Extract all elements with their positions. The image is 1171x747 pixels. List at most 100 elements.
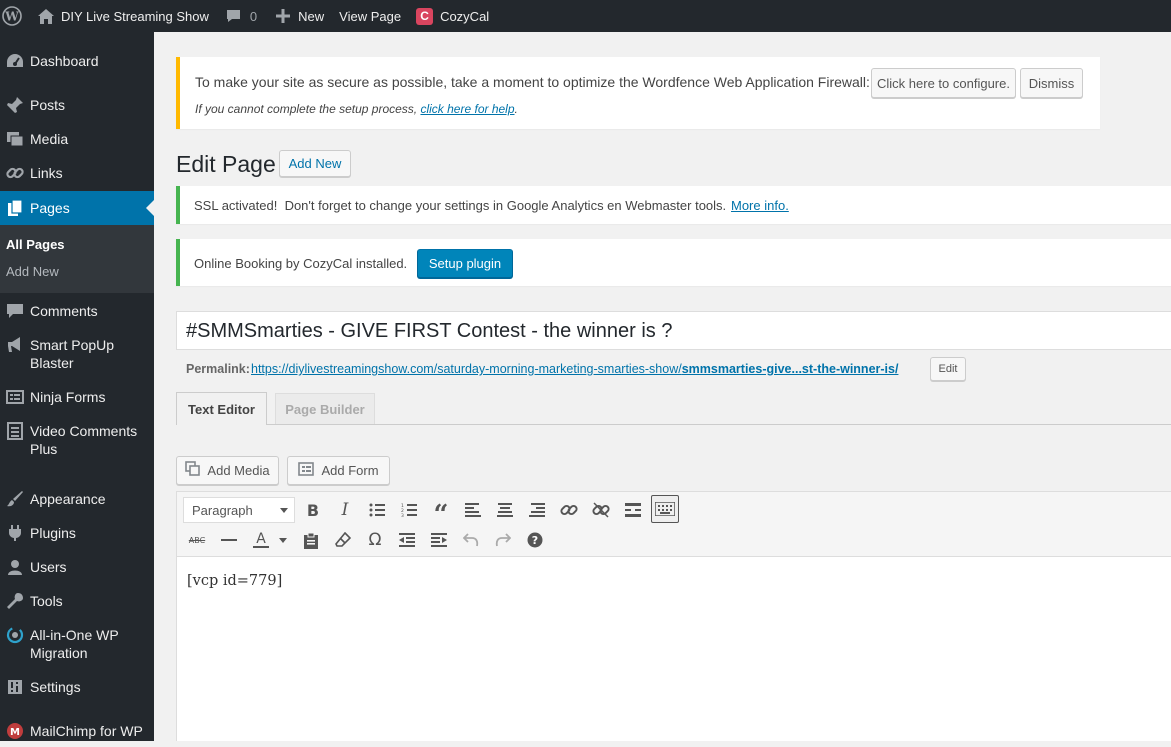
- menu-item-plugins[interactable]: Plugins: [0, 517, 154, 549]
- insert-link-icon[interactable]: [557, 498, 581, 522]
- new-content-link[interactable]: New: [264, 0, 331, 32]
- cozycal-logo-icon: C: [416, 7, 434, 25]
- text-color-icon[interactable]: A: [249, 528, 273, 552]
- comments-link[interactable]: 0: [216, 0, 264, 32]
- comment-icon: [0, 302, 30, 320]
- tab-baseline: [176, 424, 1171, 425]
- menu-item-users[interactable]: Users: [0, 551, 154, 583]
- editor-container: Paragraph B I 123 “ ABC A Ω ? [vcp id=77…: [176, 491, 1171, 741]
- toolbar-toggle-icon[interactable]: [651, 495, 679, 523]
- add-new-page-button[interactable]: Add New: [279, 150, 351, 177]
- paste-text-icon[interactable]: [299, 528, 323, 552]
- wordfence-configure-button[interactable]: Click here to configure.: [871, 68, 1016, 98]
- svg-text:A: A: [256, 531, 266, 547]
- cozycal-link[interactable]: C CozyCal: [408, 0, 496, 32]
- wordfence-message: To make your site as secure as possible,…: [195, 74, 870, 90]
- wordfence-help-line: If you cannot complete the setup process…: [195, 102, 518, 116]
- menu-label-users: Users: [30, 559, 67, 575]
- brush-icon: [0, 490, 30, 508]
- menu-item-pages[interactable]: Pages: [0, 191, 154, 225]
- svg-text:W: W: [4, 10, 19, 24]
- add-media-button[interactable]: Add Media: [176, 456, 279, 485]
- add-form-icon: [298, 462, 315, 479]
- comments-count: 0: [249, 8, 258, 24]
- special-character-icon[interactable]: Ω: [363, 528, 387, 552]
- post-title-input[interactable]: #SMMSmarties - GIVE FIRST Contest - the …: [176, 311, 1171, 350]
- link-icon: [0, 164, 30, 182]
- tab-text-editor[interactable]: Text Editor: [176, 392, 267, 425]
- submenu-add-new[interactable]: Add New: [0, 258, 154, 285]
- mailchimp-icon: M: [0, 722, 30, 740]
- menu-item-settings[interactable]: Settings: [0, 671, 154, 703]
- plus-icon: [276, 9, 291, 23]
- outdent-icon[interactable]: [395, 528, 419, 552]
- strikethrough-icon[interactable]: ABC: [185, 528, 209, 552]
- page-title: Edit Page: [176, 151, 276, 177]
- menu-item-posts[interactable]: Posts: [0, 89, 154, 121]
- menu-label-settings: Settings: [30, 679, 81, 695]
- menu-label-video-comments-plus: Video Comments Plus: [30, 423, 138, 457]
- svg-text:3: 3: [401, 513, 404, 517]
- wordfence-help-link[interactable]: click here for help: [420, 102, 514, 116]
- comment-bubble-icon: [226, 9, 241, 23]
- media-icon: [0, 130, 30, 148]
- add-media-icon: [185, 461, 201, 480]
- editor-toolbar: Paragraph B I 123 “ ABC A Ω ?: [177, 492, 1171, 557]
- cozycal-label: CozyCal: [440, 8, 490, 24]
- setup-plugin-button[interactable]: Setup plugin: [417, 249, 513, 278]
- menu-item-all-in-one-wp-migration[interactable]: All-in-One WP Migration: [0, 619, 154, 669]
- menu-item-media[interactable]: Media: [0, 123, 154, 155]
- help-icon[interactable]: ?: [523, 528, 547, 552]
- page-icon: [0, 199, 30, 217]
- horizontal-line-icon[interactable]: [217, 528, 241, 552]
- menu-item-comments[interactable]: Comments: [0, 295, 154, 327]
- read-more-icon[interactable]: [621, 498, 645, 522]
- redo-icon[interactable]: [491, 528, 515, 552]
- menu-item-smart-popup-blaster[interactable]: Smart PopUp Blaster: [0, 329, 154, 379]
- menu-item-tools[interactable]: Tools: [0, 585, 154, 617]
- wordfence-dismiss-button[interactable]: Dismiss: [1020, 68, 1083, 98]
- bold-icon[interactable]: B: [301, 498, 325, 522]
- menu-item-links[interactable]: Links: [0, 157, 154, 189]
- cozycal-message: Online Booking by CozyCal installed.: [194, 256, 408, 271]
- add-form-label: Add Form: [321, 463, 379, 478]
- add-form-button[interactable]: Add Form: [287, 456, 390, 485]
- menu-item-mailchimp-for-wp[interactable]: M MailChimp for WP: [0, 715, 154, 747]
- align-right-icon[interactable]: [525, 498, 549, 522]
- remove-link-icon[interactable]: [589, 498, 613, 522]
- undo-icon[interactable]: [459, 528, 483, 552]
- permalink-edit-button[interactable]: Edit: [930, 357, 966, 381]
- ssl-more-info-link[interactable]: More info.: [731, 198, 789, 213]
- blockquote-icon[interactable]: “: [429, 498, 453, 528]
- site-name-link[interactable]: DIY Live Streaming Show: [30, 0, 216, 32]
- format-select[interactable]: Paragraph: [183, 497, 295, 523]
- bulleted-list-icon[interactable]: [365, 498, 389, 522]
- menu-label-plugins: Plugins: [30, 525, 76, 541]
- italic-icon[interactable]: I: [333, 498, 357, 522]
- align-center-icon[interactable]: [493, 498, 517, 522]
- menu-item-ninja-forms[interactable]: Ninja Forms: [0, 381, 154, 413]
- view-page-link[interactable]: View Page: [331, 0, 408, 32]
- numbered-list-icon[interactable]: 123: [397, 498, 421, 522]
- clear-formatting-icon[interactable]: [331, 528, 355, 552]
- menu-item-appearance[interactable]: Appearance: [0, 483, 154, 515]
- pages-submenu: All Pages Add New: [0, 225, 154, 293]
- megaphone-icon: [0, 336, 30, 354]
- text-color-dropdown-icon[interactable]: [279, 538, 287, 543]
- admin-menu: Dashboard Posts Media Links Pages All Pa…: [0, 32, 154, 741]
- editor-content[interactable]: [vcp id=779]: [187, 573, 282, 589]
- wordpress-logo-icon[interactable]: W: [0, 0, 30, 32]
- ssl-notice: SSL activated! Don't forget to change yo…: [176, 186, 1171, 224]
- menu-item-dashboard[interactable]: Dashboard: [0, 45, 154, 76]
- align-left-icon[interactable]: [461, 498, 485, 522]
- svg-text:M: M: [10, 727, 20, 738]
- menu-item-video-comments-plus[interactable]: Video Comments Plus: [0, 415, 154, 465]
- home-icon: [38, 8, 54, 24]
- admin-bar: W DIY Live Streaming Show 0 New View Pag…: [0, 0, 1171, 32]
- submenu-all-pages[interactable]: All Pages: [0, 231, 154, 258]
- tab-page-builder[interactable]: Page Builder: [275, 393, 375, 424]
- forms-icon: [0, 388, 30, 406]
- format-select-value: Paragraph: [192, 503, 253, 518]
- permalink-link[interactable]: https://diylivestreamingshow.com/saturda…: [251, 362, 898, 376]
- indent-icon[interactable]: [427, 528, 451, 552]
